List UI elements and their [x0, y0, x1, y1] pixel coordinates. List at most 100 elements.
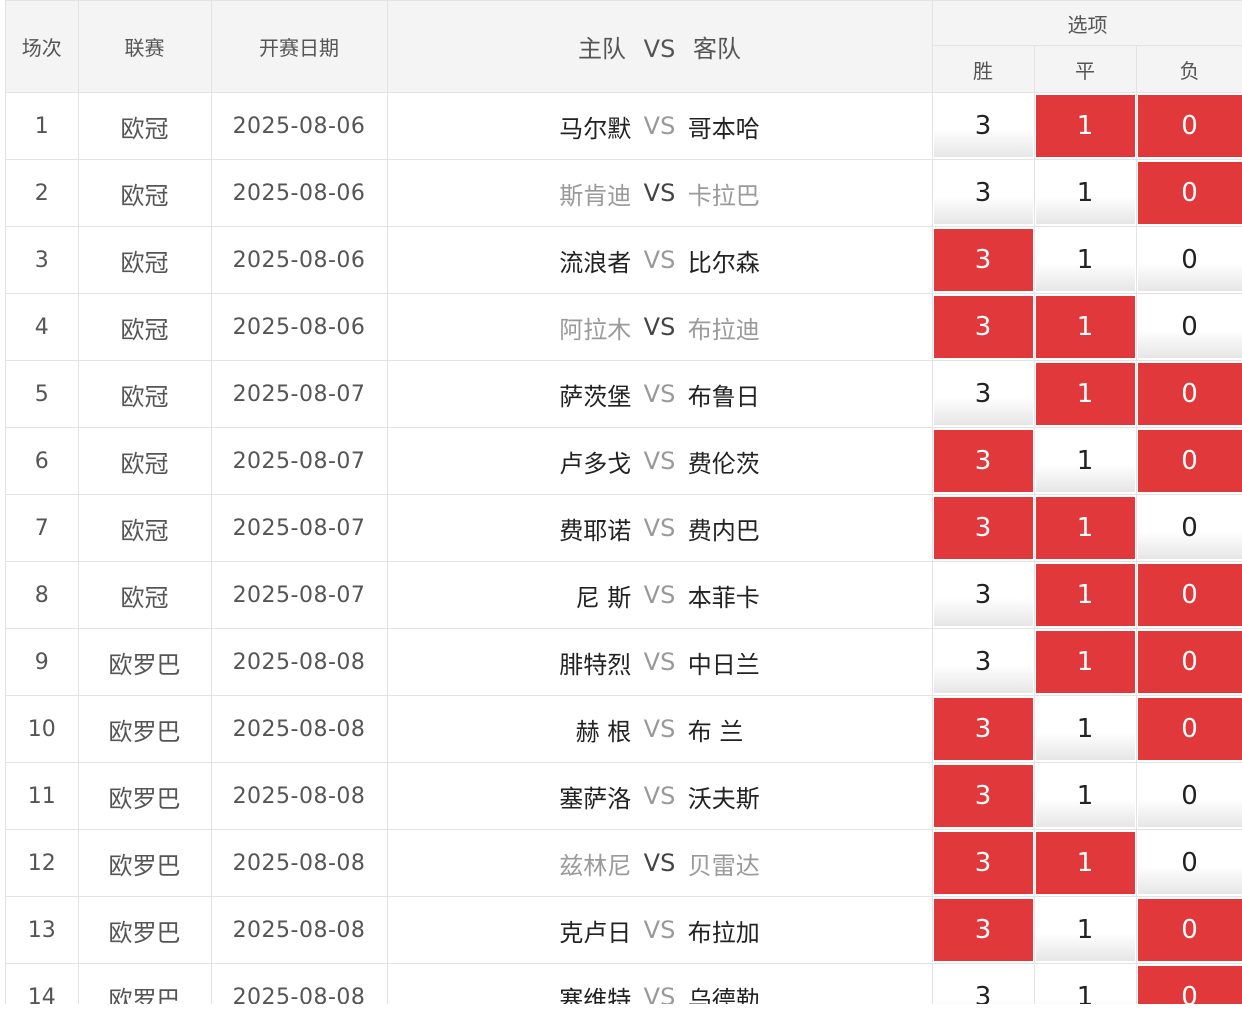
loss-option-button[interactable]: 0 — [1137, 698, 1242, 760]
draw-option-button[interactable]: 1 — [1035, 765, 1135, 827]
match-teams: 塞维特 VS 乌德勒 — [388, 980, 932, 1004]
match-number: 13 — [6, 896, 79, 964]
match-cell: 尼 斯 VS 本菲卡 — [387, 561, 933, 629]
win-option-button[interactable]: 3 — [933, 497, 1033, 559]
draw-option-button[interactable]: 1 — [1035, 229, 1135, 291]
vs-label: VS — [643, 983, 676, 1004]
loss-option-cell: 0 — [1136, 561, 1242, 629]
draw-option-cell: 1 — [1034, 963, 1137, 1004]
vs-label: VS — [643, 782, 676, 810]
match-number: 4 — [6, 293, 79, 361]
win-option-button[interactable]: 3 — [933, 363, 1033, 425]
home-team: 塞萨洛 — [559, 784, 632, 813]
home-team: 克卢日 — [559, 918, 632, 947]
away-team: 布拉加 — [687, 918, 760, 947]
home-team: 兹林尼 — [559, 851, 632, 880]
loss-option-button[interactable]: 0 — [1137, 430, 1242, 492]
win-option-cell: 3 — [932, 494, 1035, 562]
away-team: 本菲卡 — [687, 583, 760, 612]
match-number: 14 — [6, 963, 79, 1004]
league-name: 欧冠 — [78, 494, 212, 562]
header-league: 联赛 — [78, 1, 212, 93]
loss-option-button[interactable]: 0 — [1137, 162, 1242, 224]
draw-option-button[interactable]: 1 — [1035, 564, 1135, 626]
header-date: 开赛日期 — [211, 1, 388, 93]
home-team: 费耶诺 — [559, 516, 632, 545]
league-name: 欧冠 — [78, 293, 212, 361]
loss-option-button[interactable]: 0 — [1137, 832, 1242, 894]
win-option-button[interactable]: 3 — [933, 765, 1033, 827]
win-option-cell: 3 — [932, 360, 1035, 428]
home-team: 斯肯迪 — [559, 181, 632, 210]
draw-option-button[interactable]: 1 — [1035, 631, 1135, 693]
win-option-button[interactable]: 3 — [933, 698, 1033, 760]
loss-option-button[interactable]: 0 — [1137, 765, 1242, 827]
win-option-button[interactable]: 3 — [933, 296, 1033, 358]
vs-label: VS — [643, 246, 676, 274]
draw-option-button[interactable]: 1 — [1035, 698, 1135, 760]
vs-label: VS — [643, 715, 676, 743]
loss-option-button[interactable]: 0 — [1137, 966, 1242, 1004]
table-row: 10 欧罗巴 2025-08-08 赫 根 VS 布 兰310 — [6, 695, 1242, 763]
loss-option-button[interactable]: 0 — [1137, 497, 1242, 559]
loss-option-cell: 0 — [1136, 695, 1242, 763]
match-cell: 赫 根 VS 布 兰 — [387, 695, 933, 763]
vs-label: VS — [643, 581, 676, 609]
league-name: 欧冠 — [78, 561, 212, 629]
match-teams: 流浪者 VS 比尔森 — [388, 243, 932, 278]
draw-option-button[interactable]: 1 — [1035, 162, 1135, 224]
match-number: 10 — [6, 695, 79, 763]
draw-option-button[interactable]: 1 — [1035, 296, 1135, 358]
win-option-button[interactable]: 3 — [933, 899, 1033, 961]
draw-option-button[interactable]: 1 — [1035, 966, 1135, 1004]
draw-option-button[interactable]: 1 — [1035, 430, 1135, 492]
win-option-cell: 3 — [932, 427, 1035, 495]
away-team: 贝雷达 — [687, 851, 760, 880]
home-team: 阿拉木 — [559, 315, 632, 344]
loss-option-button[interactable]: 0 — [1137, 95, 1242, 157]
home-team: 腓特烈 — [559, 650, 632, 679]
loss-option-button[interactable]: 0 — [1137, 296, 1242, 358]
draw-option-cell: 1 — [1034, 695, 1137, 763]
win-option-button[interactable]: 3 — [933, 430, 1033, 492]
win-option-button[interactable]: 3 — [933, 95, 1033, 157]
header-draw: 平 — [1034, 45, 1137, 93]
match-cell: 斯肯迪 VS 卡拉巴 — [387, 159, 933, 227]
table-row: 5 欧冠 2025-08-07 萨茨堡 VS 布鲁日 3 1 0 — [6, 360, 1242, 428]
match-cell: 腓特烈 VS 中日兰 — [387, 628, 933, 696]
win-option-cell: 3 — [932, 92, 1035, 160]
draw-option-button[interactable]: 1 — [1035, 497, 1135, 559]
home-team: 赫 根 — [575, 717, 632, 746]
table-body: 1 欧冠 2025-08-06 马尔默 VS 哥本哈 3 1 0 2 欧冠 2025-08-06 斯肯迪… — [6, 92, 1242, 1004]
match-date: 2025-08-07 — [211, 561, 388, 629]
table-row: 12 欧罗巴 2025-08-08 兹林尼 VS 贝雷达 3 1 0 — [6, 829, 1242, 897]
home-team: 卢多戈 — [559, 449, 632, 478]
loss-option-button[interactable]: 0 — [1137, 899, 1242, 961]
away-team: 哥本哈 — [687, 114, 760, 143]
win-option-button[interactable]: 3 — [933, 966, 1033, 1004]
match-number: 2 — [6, 159, 79, 227]
draw-option-cell: 1 — [1034, 92, 1137, 160]
win-option-button[interactable]: 3 — [933, 564, 1033, 626]
win-option-cell: 3 — [932, 829, 1035, 897]
loss-option-cell: 0 — [1136, 494, 1242, 562]
draw-option-button[interactable]: 1 — [1035, 899, 1135, 961]
draw-option-button[interactable]: 1 — [1035, 832, 1135, 894]
loss-option-button[interactable]: 0 — [1137, 363, 1242, 425]
win-option-button[interactable]: 3 — [933, 162, 1033, 224]
draw-option-button[interactable]: 1 — [1035, 363, 1135, 425]
win-option-cell: 3 — [932, 226, 1035, 294]
match-teams: 克卢日 VS 布拉加 — [388, 913, 932, 948]
draw-option-cell: 1 — [1034, 628, 1137, 696]
league-name: 欧冠 — [78, 92, 212, 160]
win-option-button[interactable]: 3 — [933, 631, 1033, 693]
match-date: 2025-08-08 — [211, 896, 388, 964]
draw-option-button[interactable]: 1 — [1035, 95, 1135, 157]
loss-option-button[interactable]: 0 — [1137, 229, 1242, 291]
win-option-button[interactable]: 3 — [933, 229, 1033, 291]
vs-label: VS — [643, 313, 676, 341]
loss-option-button[interactable]: 0 — [1137, 631, 1242, 693]
away-team: 布鲁日 — [687, 382, 760, 411]
loss-option-button[interactable]: 0 — [1137, 564, 1242, 626]
win-option-button[interactable]: 3 — [933, 832, 1033, 894]
